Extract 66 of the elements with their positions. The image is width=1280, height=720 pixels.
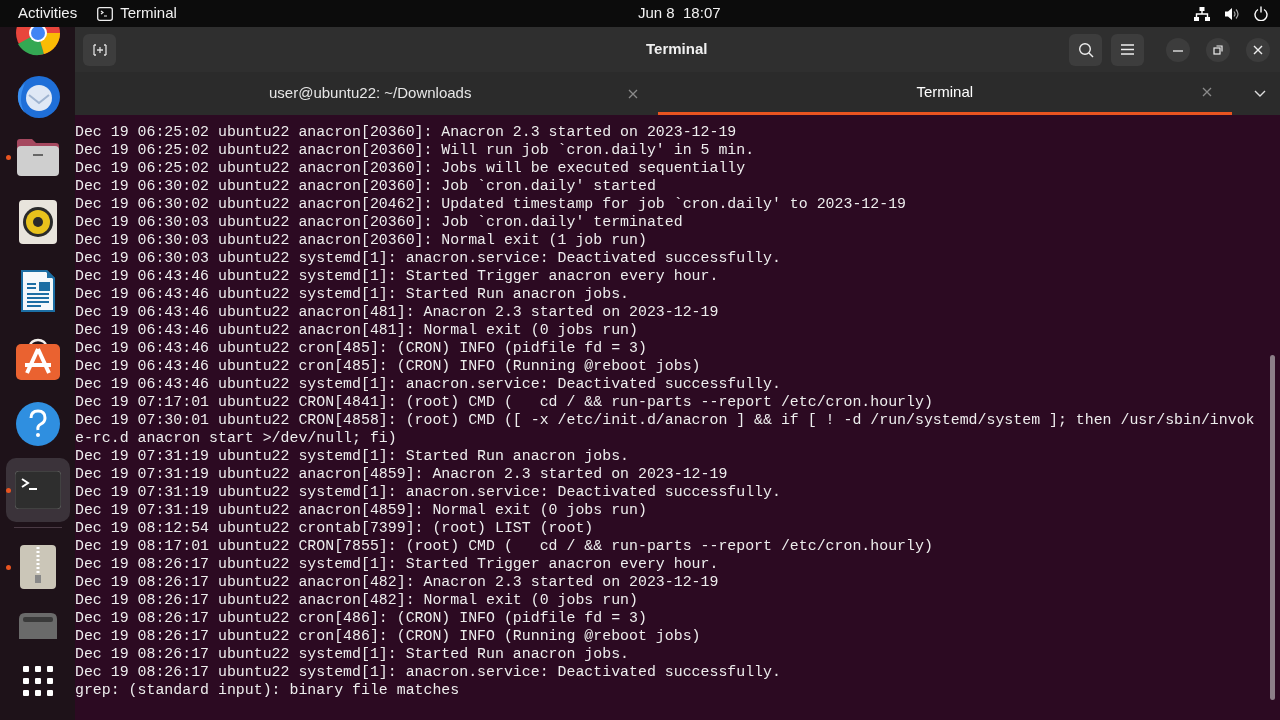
terminal-line: Dec 19 08:12:54 ubuntu22 crontab[7399]: (root) LIST (root) (75, 519, 594, 537)
terminal-line: Dec 19 06:43:46 ubuntu22 systemd[1]: Started Trigger anacron every hour. (75, 267, 719, 285)
browser-icon[interactable] (13, 27, 62, 57)
chevron-down-icon (1254, 90, 1266, 97)
terminal-line: Dec 19 08:26:17 ubuntu22 systemd[1]: Started Run anacron jobs. (75, 645, 630, 663)
volume-icon[interactable] (1224, 6, 1240, 21)
document-icon[interactable] (18, 267, 57, 314)
terminal-line: Dec 19 08:26:17 ubuntu22 cron[486]: (CRON) INFO (Running @reboot jobs) (75, 627, 701, 645)
terminal-line: Dec 19 06:43:46 ubuntu22 cron[485]: (CRON) INFO (pidfile fd = 3) (75, 339, 647, 357)
terminal-line: Dec 19 06:30:02 ubuntu22 anacron[20462]: Updated timestamp for job `cron.daily' to 2023-12-19 (75, 195, 907, 213)
tab[interactable]: user@ubuntu22: ~/Downloads (83, 72, 658, 115)
close-button[interactable] (1246, 37, 1270, 62)
search-icon (1077, 41, 1094, 58)
terminal-line: Dec 19 06:30:03 ubuntu22 anacron[20360]: Job `cron.daily' terminated (75, 213, 683, 231)
terminal-line: Dec 19 08:26:17 ubuntu22 systemd[1]: Started Trigger anacron every hour. (75, 555, 719, 573)
speaker-icon[interactable] (18, 200, 57, 244)
terminal-line: Dec 19 08:17:01 ubuntu22 CRON[7855]: (root) CMD ( cd / && run-parts --report /etc/cron.hourly) (75, 537, 933, 555)
terminal-line: Dec 19 06:43:46 ubuntu22 systemd[1]: Started Run anacron jobs. (75, 285, 630, 303)
activities-button[interactable]: Activities (18, 2, 78, 25)
terminal-line: Dec 19 08:26:17 ubuntu22 cron[486]: (CRON) INFO (pidfile fd = 3) (75, 609, 647, 627)
help-icon[interactable] (14, 401, 61, 447)
terminal-icon (97, 6, 114, 21)
terminal-line: Dec 19 06:25:02 ubuntu22 anacron[20360]: Will run job `cron.daily' in 5 min. (75, 141, 755, 159)
app-grid-icon[interactable] (22, 666, 53, 696)
minimize-button[interactable] (1166, 37, 1190, 62)
maximize-button[interactable] (1206, 37, 1230, 62)
terminal-line: Dec 19 07:17:01 ubuntu22 CRON[4841]: (root) CMD ( cd / && run-parts --report /etc/cron.hourly) (75, 393, 933, 411)
terminal-line: Dec 19 08:26:17 ubuntu22 systemd[1]: anacron.service: Deactivated successfully. (75, 663, 781, 681)
power-icon[interactable] (1254, 6, 1268, 21)
zip-archive-icon[interactable] (19, 544, 56, 589)
terminal-line: Dec 19 07:31:19 ubuntu22 anacron[4859]: Anacron 2.3 started on 2023-12-19 (75, 465, 728, 483)
new-tab-icon (92, 43, 107, 56)
terminal-line: Dec 19 06:43:46 ubuntu22 anacron[481]: Normal exit (0 jobs run) (75, 321, 638, 339)
terminal-line: Dec 19 06:43:46 ubuntu22 systemd[1]: anacron.service: Deactivated successfully. (75, 375, 781, 393)
close-tab-icon[interactable] (627, 88, 638, 99)
terminal-line: Dec 19 06:30:03 ubuntu22 systemd[1]: anacron.service: Deactivated successfully. (75, 249, 781, 267)
terminal-line: Dec 19 07:31:19 ubuntu22 anacron[4859]: Normal exit (0 jobs run) (75, 501, 647, 519)
minimize-icon (1173, 47, 1183, 52)
terminal-line: Dec 19 06:25:02 ubuntu22 anacron[20360]: Anacron 2.3 started on 2023-12-19 (75, 123, 737, 141)
restore-icon (1213, 44, 1223, 55)
new-tab-button[interactable] (83, 33, 116, 66)
terminal-line: Dec 19 08:26:17 ubuntu22 anacron[482]: Anacron 2.3 started on 2023-12-19 (75, 573, 719, 591)
close-tab-icon[interactable] (1202, 87, 1212, 97)
terminal-line: Dec 19 07:31:19 ubuntu22 systemd[1]: anacron.service: Deactivated successfully. (75, 483, 781, 501)
terminal-line: Dec 19 07:31:19 ubuntu22 systemd[1]: Started Run anacron jobs. (75, 447, 630, 465)
terminal-app-icon (14, 471, 61, 509)
drive-icon[interactable] (18, 613, 57, 639)
terminal-line: Dec 19 06:30:03 ubuntu22 anacron[20360]: Normal exit (1 job run) (75, 231, 647, 249)
shopping-bag-icon[interactable] (14, 337, 61, 380)
terminal-line: Dec 19 06:25:02 ubuntu22 anacron[20360]: Jobs will be executed sequentially (75, 159, 746, 177)
terminal-line: Dec 19 07:30:01 ubuntu22 CRON[4858]: (root) CMD ([ -x /etc/init.d/anacron ] && if [ ! -d /run/systemd/system ]; then /usr/sbin/invok (75, 411, 1255, 429)
clock[interactable]: Jun 8 18:07 (638, 2, 721, 25)
terminal-line: Dec 19 06:43:46 ubuntu22 anacron[481]: Anacron 2.3 started on 2023-12-19 (75, 303, 719, 321)
terminal-line: grep: (standard input): binary file matches (75, 681, 460, 699)
search-button[interactable] (1069, 33, 1102, 66)
close-icon (1253, 44, 1263, 55)
terminal-line: Dec 19 06:30:02 ubuntu22 anacron[20360]: Job `cron.daily' started (75, 177, 656, 195)
terminal-line: Dec 19 06:43:46 ubuntu22 cron[485]: (CRON) INFO (Running @reboot jobs) (75, 357, 701, 375)
menu-button[interactable] (1111, 33, 1144, 66)
scrollbar[interactable] (1269, 355, 1275, 700)
network-icon[interactable] (1194, 6, 1210, 21)
terminal-line: e-rc.d anacron start >/dev/null; fi) (75, 429, 397, 447)
app-menu[interactable]: Terminal (120, 2, 177, 25)
menu-icon (1121, 44, 1134, 55)
terminal-line: Dec 19 08:26:17 ubuntu22 anacron[482]: Normal exit (0 jobs run) (75, 591, 638, 609)
window-title: Terminal (646, 39, 708, 60)
